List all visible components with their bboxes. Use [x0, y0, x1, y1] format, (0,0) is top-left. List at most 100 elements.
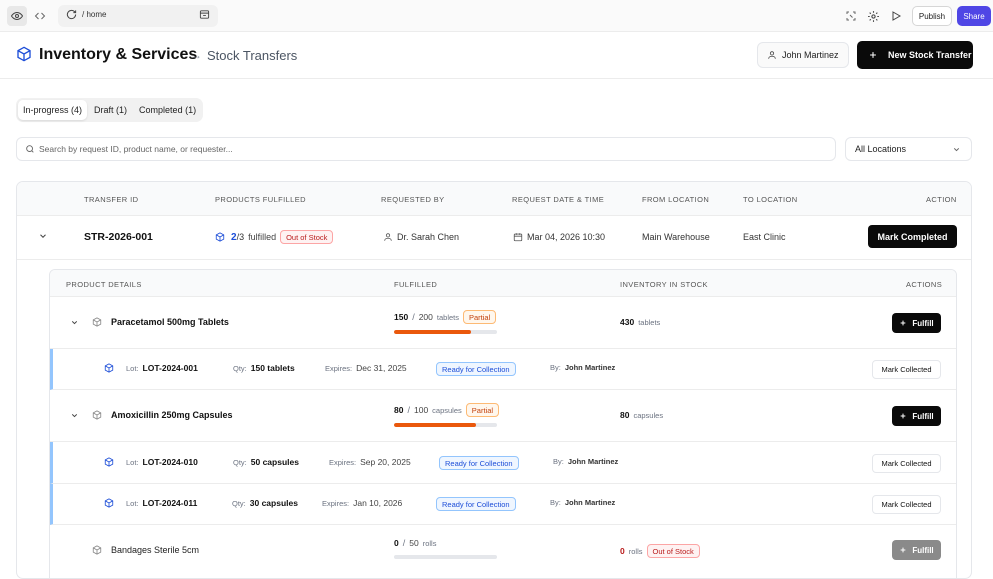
lot-info: Lot: LOT-2024-001	[104, 363, 198, 373]
publish-button[interactable]: Publish	[912, 6, 952, 26]
product-name: Amoxicillin 250mg Capsules	[111, 410, 233, 420]
fulfill-button[interactable]: Fulfill	[892, 313, 941, 333]
select-element-icon[interactable]	[841, 6, 861, 26]
mark-collected-button[interactable]: Mark Collected	[872, 454, 941, 473]
tab-in-progress[interactable]: In-progress (4)	[18, 100, 88, 120]
qty-label: Qty:	[233, 363, 247, 373]
code-icon[interactable]	[30, 6, 50, 26]
lot-row: Lot: LOT-2024-011 Qty: 30 capsules Expir…	[50, 484, 956, 525]
qty-label: Qty:	[233, 457, 247, 467]
chevron-down-icon	[952, 145, 961, 154]
inventory-stock: 0 rolls Out of Stock	[620, 544, 700, 558]
expires-value: Dec 31, 2025	[356, 363, 407, 373]
stock-unit: rolls	[628, 546, 643, 556]
fulfilled-amount: 0 / 50 rolls	[394, 538, 436, 548]
fulfilled-separator: /	[402, 538, 406, 548]
requested-value: 100	[413, 405, 429, 415]
inventory-stock: 80 capsules	[620, 410, 663, 420]
fulfilled-total: /3	[236, 232, 245, 242]
product-name: Paracetamol 500mg Tablets	[111, 317, 229, 327]
column-header: Transfer ID	[84, 195, 139, 204]
lot-quantity: Qty: 50 capsules	[233, 457, 299, 467]
lot-info: Lot: LOT-2024-011	[104, 498, 197, 508]
location-select[interactable]: All Locations	[845, 137, 972, 161]
lot-row: Lot: LOT-2024-010 Qty: 50 capsules Expir…	[50, 442, 956, 484]
unit-label: capsules	[432, 405, 462, 415]
tab-completed[interactable]: Completed (1)	[134, 100, 201, 120]
breadcrumb-current: Stock Transfers	[207, 48, 298, 63]
expires-value: Sep 20, 2025	[360, 457, 411, 467]
fulfill-label: Fulfill	[912, 318, 934, 328]
partial-badge: Partial	[463, 310, 497, 324]
external-window-icon[interactable]	[199, 9, 210, 20]
page-header: Inventory & Services → Stock Transfers J…	[0, 32, 993, 79]
table-row: STR-2026-001 2/3 fulfilled Out of Stock …	[17, 216, 971, 260]
table-header: Transfer ID Products Fulfilled Requested…	[17, 182, 971, 216]
product-info: Bandages Sterile 5cm	[92, 545, 199, 555]
calendar-icon	[513, 232, 523, 242]
row-expand-chevron-icon[interactable]	[38, 231, 48, 241]
fulfill-button-disabled[interactable]: Fulfill	[892, 540, 941, 560]
refresh-icon[interactable]	[66, 9, 77, 20]
mark-collected-button[interactable]: Mark Collected	[872, 495, 941, 514]
fulfilled-suffix: fulfilled	[248, 232, 277, 242]
product-info: Amoxicillin 250mg Capsules	[92, 410, 233, 420]
user-icon	[767, 50, 777, 60]
lot-label: Lot:	[126, 457, 139, 467]
product-expand-chevron-icon[interactable]	[70, 318, 79, 327]
mark-completed-button[interactable]: Mark Completed	[868, 225, 957, 248]
user-chip[interactable]: John Martinez	[757, 42, 849, 68]
settings-gear-icon[interactable]	[863, 6, 883, 26]
column-header: Product Details	[66, 280, 142, 289]
stock-unit: tablets	[638, 317, 661, 327]
package-cube-icon	[215, 232, 225, 242]
share-button[interactable]: Share	[957, 6, 991, 26]
product-expand-chevron-icon[interactable]	[70, 411, 79, 420]
transfers-table: Transfer ID Products Fulfilled Requested…	[16, 181, 972, 579]
fulfill-button[interactable]: Fulfill	[892, 406, 941, 426]
lot-number: LOT-2024-001	[142, 363, 198, 373]
ready-status-badge: Ready for Collection	[436, 362, 516, 376]
column-header: Fulfilled	[394, 280, 438, 289]
plus-icon	[900, 547, 906, 553]
inventory-stock: 430 tablets	[620, 317, 660, 327]
new-stock-transfer-button[interactable]: New Stock Transfer	[857, 41, 973, 69]
play-icon[interactable]	[886, 6, 906, 26]
details-header: Product Details Fulfilled Inventory in S…	[50, 270, 956, 297]
lot-handler: By: John Martinez	[550, 498, 615, 507]
fulfill-label: Fulfill	[912, 411, 934, 421]
to-location: East Clinic	[743, 232, 786, 242]
fulfill-label: Fulfill	[912, 545, 934, 555]
tab-draft[interactable]: Draft (1)	[89, 100, 132, 120]
ready-status-badge: Ready for Collection	[436, 497, 516, 511]
mark-collected-button[interactable]: Mark Collected	[872, 360, 941, 379]
ready-status-badge: Ready for Collection	[439, 456, 519, 470]
lot-label: Lot:	[126, 498, 139, 508]
lot-handler: By: John Martinez	[553, 457, 618, 466]
stock-value: 80	[620, 410, 630, 420]
fulfilled-separator: /	[412, 312, 415, 322]
request-datetime-value: Mar 04, 2026 10:30	[527, 232, 606, 242]
new-stock-transfer-label: New Stock Transfer	[888, 50, 972, 60]
transfer-id[interactable]: STR-2026-001	[84, 231, 153, 243]
handler-name: John Martinez	[567, 457, 619, 466]
column-header: Request Date & Time	[512, 195, 605, 204]
column-header: From Location	[642, 195, 710, 204]
package-cube-icon	[16, 46, 32, 65]
lot-handler: By: John Martinez	[550, 363, 615, 372]
package-cube-icon	[104, 498, 114, 508]
package-cube-icon	[104, 363, 114, 373]
fulfillment-progress	[394, 330, 497, 334]
product-row: Amoxicillin 250mg Capsules 80 / 100 caps…	[50, 390, 956, 442]
requested-value: 50	[409, 538, 419, 548]
fulfilled-value: 150	[394, 312, 409, 322]
qty-label: Qty:	[232, 498, 246, 508]
user-icon	[383, 232, 393, 242]
search-input[interactable]	[39, 140, 819, 158]
lot-quantity: Qty: 150 tablets	[233, 363, 295, 373]
qty-value: 30 capsules	[249, 498, 298, 508]
fulfilled-value: 80	[394, 405, 404, 415]
eye-icon[interactable]	[7, 6, 27, 26]
lot-number: LOT-2024-011	[142, 498, 198, 508]
expires-value: Jan 10, 2026	[353, 498, 403, 508]
